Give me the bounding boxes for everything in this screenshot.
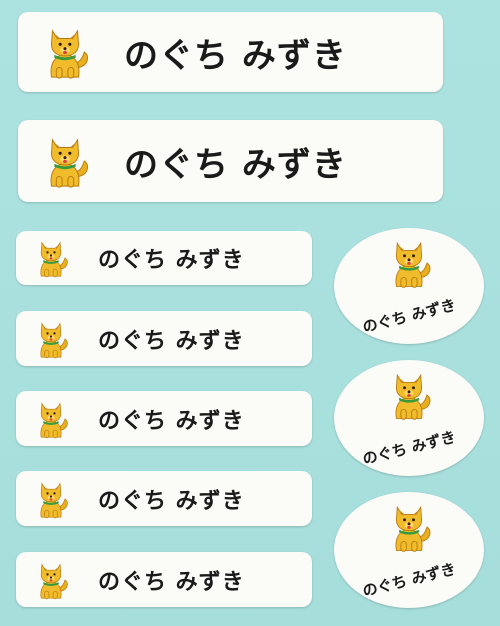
- dog-icon: [30, 237, 72, 279]
- name-label-large: のぐち みずき: [18, 120, 443, 202]
- label-sheet: のぐち みずき のぐち みずき のぐち みずき のぐち みずき のぐち みずき …: [0, 0, 500, 626]
- name-text: のぐち みずき: [98, 569, 245, 595]
- name-label-oval: のぐち みずき: [334, 360, 484, 476]
- name-label-small: のぐち みずき: [16, 552, 312, 607]
- name-text: のぐち みずき: [98, 248, 245, 273]
- name-text: のぐち みずき: [98, 408, 245, 434]
- dog-icon: [30, 318, 72, 360]
- dog-icon: [382, 236, 436, 290]
- name-label-small: のぐち みずき: [16, 391, 312, 446]
- dog-icon: [36, 23, 94, 81]
- name-label-large: のぐち みずき: [18, 12, 443, 92]
- name-text: のぐち みずき: [360, 295, 458, 337]
- name-label-oval: のぐち みずき: [334, 492, 484, 608]
- name-label-oval: のぐち みずき: [334, 228, 484, 344]
- name-label-small: のぐち みずき: [16, 231, 312, 285]
- name-text: のぐち みずき: [124, 144, 347, 185]
- dog-icon: [30, 478, 72, 520]
- name-label-small: のぐち みずき: [16, 471, 312, 526]
- dog-icon: [382, 500, 436, 554]
- name-text: のぐち みずき: [360, 559, 458, 601]
- dog-icon: [30, 559, 72, 601]
- dog-icon: [36, 132, 94, 190]
- dog-icon: [30, 398, 72, 440]
- name-text: のぐち みずき: [98, 328, 245, 354]
- dog-icon: [382, 368, 436, 422]
- name-text: のぐち みずき: [124, 35, 347, 76]
- name-text: のぐち みずき: [98, 488, 245, 514]
- name-label-small: のぐち みずき: [16, 311, 312, 366]
- name-text: のぐち みずき: [360, 427, 458, 469]
